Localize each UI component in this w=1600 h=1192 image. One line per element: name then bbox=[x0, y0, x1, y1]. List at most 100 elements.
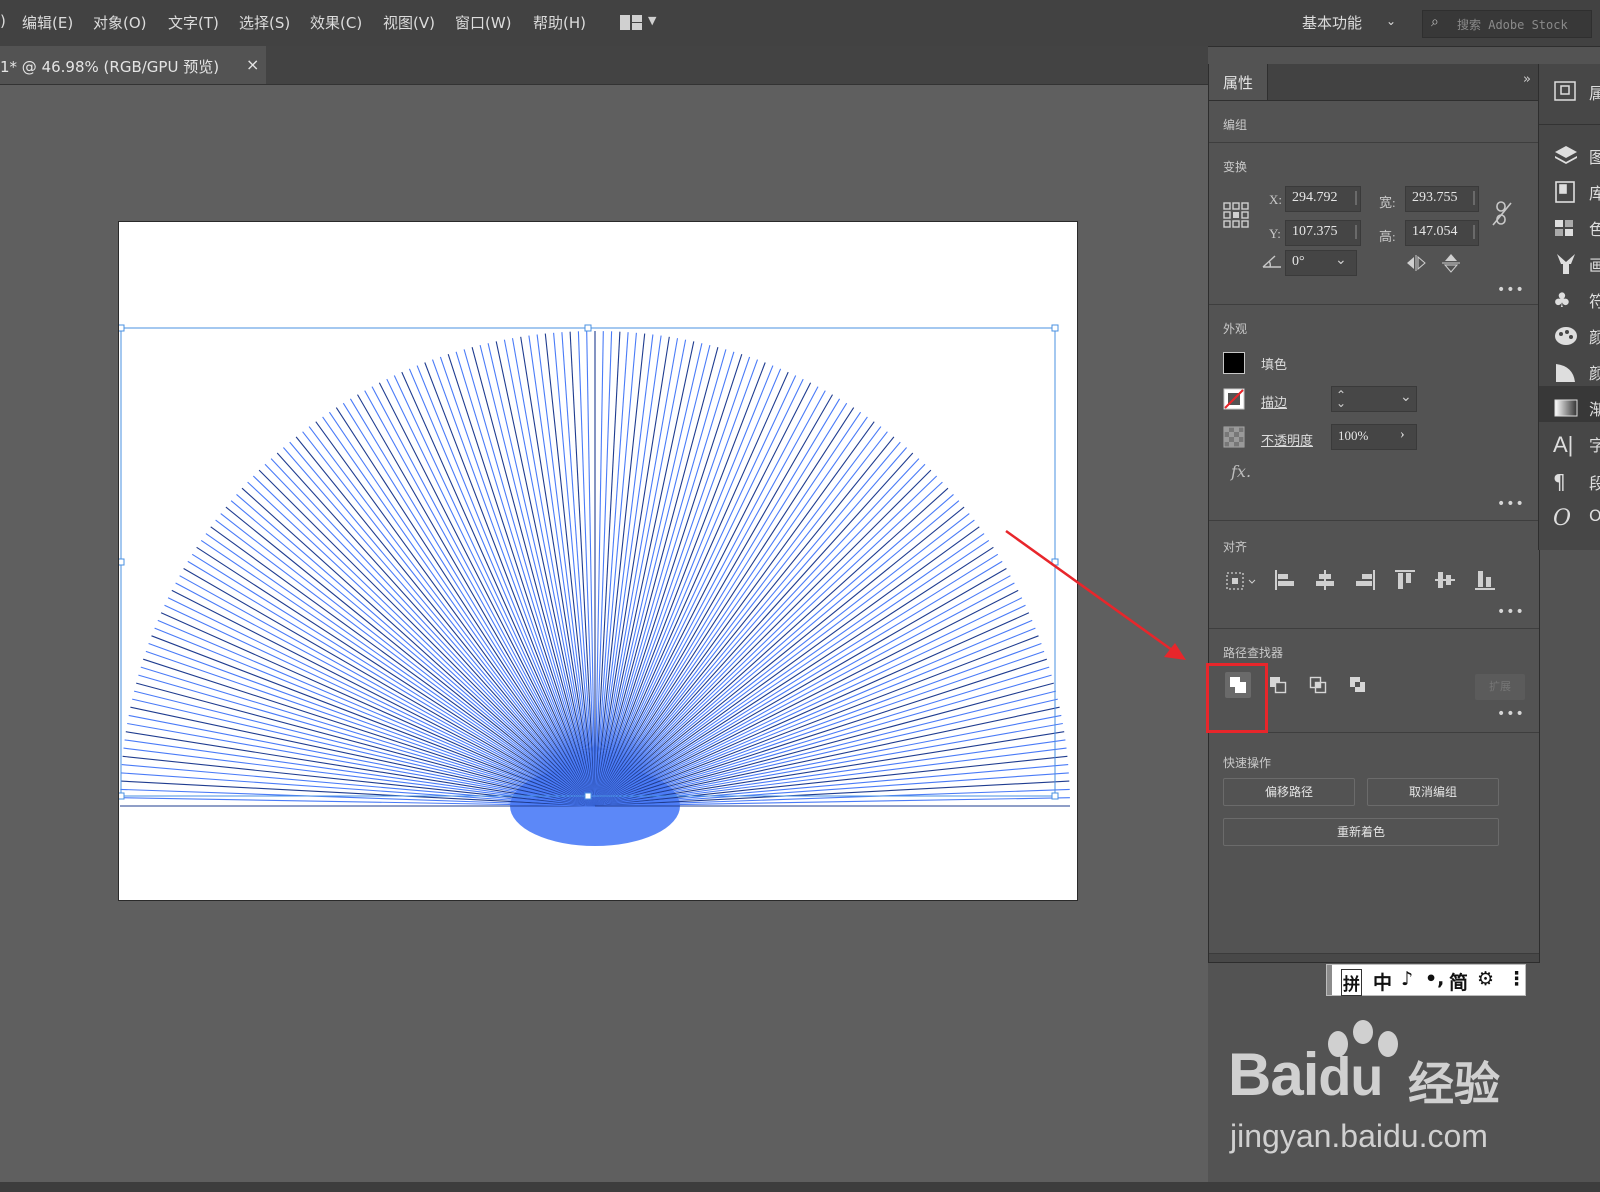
rotate-value: 0° bbox=[1292, 254, 1305, 269]
ime-pinyin-icon[interactable]: 拼 bbox=[1341, 969, 1362, 996]
opacity-icon bbox=[1223, 426, 1245, 448]
selection-handle[interactable] bbox=[1051, 324, 1059, 332]
align-title: 对齐 bbox=[1223, 540, 1248, 554]
ime-more-icon[interactable]: ⋮ bbox=[1507, 968, 1526, 990]
ray-line bbox=[191, 553, 596, 807]
dock-properties[interactable]: 属 bbox=[1553, 80, 1600, 104]
dock-label: O bbox=[1589, 506, 1600, 525]
opentype-icon: O bbox=[1553, 506, 1572, 531]
align-to-selection-icon[interactable] bbox=[1225, 570, 1259, 592]
ime-moon-icon[interactable]: ♪ bbox=[1401, 968, 1413, 990]
paragraph-icon: ¶ bbox=[1553, 470, 1566, 494]
dock-brushes[interactable]: 画 bbox=[1553, 252, 1600, 276]
tab-properties[interactable]: 属性 bbox=[1209, 64, 1268, 100]
document-tab-bar: 1* @ 46.98% (RGB/GPU 预览) × bbox=[0, 46, 1208, 85]
dock-color[interactable]: 颜 bbox=[1553, 324, 1600, 348]
menu-item-clipped[interactable]: ) bbox=[0, 12, 6, 30]
selection-handle[interactable] bbox=[119, 324, 125, 332]
chevron-right-icon[interactable]: › bbox=[1400, 427, 1405, 443]
menu-item-select[interactable]: 选择(S) bbox=[239, 12, 290, 33]
stroke-swatch[interactable] bbox=[1223, 388, 1245, 410]
align-horizontal-center-icon[interactable] bbox=[1313, 568, 1337, 592]
status-bar bbox=[0, 1182, 1600, 1192]
opacity-label[interactable]: 不透明度 bbox=[1261, 430, 1313, 449]
ime-toolbar[interactable]: 拼 中 ♪ •, 简 ⚙ ⋮ bbox=[1326, 964, 1526, 996]
expand-button[interactable]: 扩展 bbox=[1475, 674, 1525, 700]
align-left-icon[interactable] bbox=[1273, 568, 1297, 592]
menu-item-object[interactable]: 对象(O) bbox=[93, 12, 147, 33]
fill-swatch[interactable] bbox=[1223, 352, 1245, 374]
intersect-icon[interactable] bbox=[1305, 672, 1331, 698]
ime-chinese-icon[interactable]: 中 bbox=[1373, 968, 1392, 995]
constrain-proportions-icon[interactable] bbox=[1491, 200, 1513, 228]
dock-label: 渐 bbox=[1589, 400, 1600, 419]
search-stock-input[interactable]: ⌕ 搜索 Adobe Stock bbox=[1422, 10, 1592, 38]
dock-color-guide[interactable]: 颜 bbox=[1553, 360, 1600, 384]
document-tab[interactable]: 1* @ 46.98% (RGB/GPU 预览) × bbox=[0, 46, 266, 84]
chevron-down-icon[interactable]: ⌄ bbox=[1400, 389, 1412, 406]
selection-handle[interactable] bbox=[1051, 792, 1059, 800]
more-options-icon[interactable]: ••• bbox=[1497, 706, 1525, 722]
stroke-weight-field[interactable]: ⌃ ⌄ ⌄ bbox=[1331, 386, 1417, 412]
workspace-switcher[interactable]: 基本功能 ⌄ bbox=[1302, 12, 1396, 33]
selection-handle[interactable] bbox=[584, 792, 592, 800]
width-field[interactable]: 293.755 bbox=[1405, 186, 1479, 212]
dock-layers[interactable]: 图 bbox=[1553, 144, 1600, 168]
collapse-panel-icon[interactable]: » bbox=[1523, 72, 1531, 87]
fx-icon[interactable]: fx. bbox=[1231, 462, 1251, 481]
dock-character[interactable]: A| 字 bbox=[1553, 432, 1600, 457]
stepper-down-icon[interactable]: ⌄ bbox=[1336, 396, 1346, 411]
reference-point-icon[interactable] bbox=[1223, 202, 1249, 228]
dock-paragraph[interactable]: ¶ 段 bbox=[1553, 470, 1600, 494]
flip-horizontal-icon[interactable] bbox=[1405, 254, 1427, 272]
recolor-button[interactable]: 重新着色 bbox=[1223, 818, 1499, 846]
dock-swatches[interactable]: 色 bbox=[1553, 216, 1600, 240]
dock-libraries[interactable]: 库 bbox=[1553, 180, 1600, 204]
dock-symbols[interactable]: ♣ 符 bbox=[1553, 288, 1600, 312]
align-top-icon[interactable] bbox=[1393, 568, 1417, 592]
search-placeholder: 搜索 Adobe Stock bbox=[1457, 18, 1568, 32]
ime-simplified-icon[interactable]: 简 bbox=[1449, 968, 1468, 995]
minus-front-icon[interactable] bbox=[1265, 672, 1291, 698]
selection-handle[interactable] bbox=[1051, 558, 1059, 566]
selection-handle[interactable] bbox=[119, 558, 125, 566]
menu-item-window[interactable]: 窗口(W) bbox=[455, 12, 512, 33]
panel-resize-grip[interactable] bbox=[1209, 953, 1539, 962]
menu-item-help[interactable]: 帮助(H) bbox=[533, 12, 586, 33]
arrange-documents-button[interactable]: ▼ bbox=[608, 12, 660, 34]
selection-handle[interactable] bbox=[119, 792, 125, 800]
ime-punct-icon[interactable]: •, bbox=[1425, 968, 1444, 990]
ungroup-button[interactable]: 取消编组 bbox=[1367, 778, 1499, 806]
dock-gradient[interactable]: 渐 bbox=[1553, 396, 1600, 420]
more-options-icon[interactable]: ••• bbox=[1497, 282, 1525, 298]
opacity-field[interactable]: 100% › bbox=[1331, 424, 1417, 450]
chevron-down-icon[interactable]: ⌄ bbox=[1335, 252, 1347, 268]
more-options-icon[interactable]: ••• bbox=[1497, 496, 1525, 512]
dock-opentype[interactable]: O O bbox=[1553, 506, 1600, 531]
document-tab-title: 1* @ 46.98% (RGB/GPU 预览) bbox=[0, 58, 220, 76]
x-field[interactable]: 294.792 bbox=[1285, 186, 1361, 212]
x-value: 294.792 bbox=[1292, 190, 1338, 205]
y-field[interactable]: 107.375 bbox=[1285, 220, 1361, 246]
menu-item-type[interactable]: 文字(T) bbox=[168, 12, 219, 33]
align-bottom-icon[interactable] bbox=[1473, 568, 1497, 592]
menu-item-view[interactable]: 视图(V) bbox=[383, 12, 435, 33]
menu-item-edit[interactable]: 编辑(E) bbox=[22, 12, 73, 33]
align-vertical-center-icon[interactable] bbox=[1433, 568, 1457, 592]
offset-path-button[interactable]: 偏移路径 bbox=[1223, 778, 1355, 806]
exclude-icon[interactable] bbox=[1345, 672, 1371, 698]
stroke-label[interactable]: 描边 bbox=[1261, 392, 1287, 411]
height-field[interactable]: 147.054 bbox=[1405, 220, 1479, 246]
ray-fan-artwork[interactable] bbox=[119, 222, 1077, 900]
color-guide-icon bbox=[1556, 364, 1575, 382]
menu-item-effect[interactable]: 效果(C) bbox=[310, 12, 362, 33]
selection-handle[interactable] bbox=[584, 324, 592, 332]
more-options-icon[interactable]: ••• bbox=[1497, 604, 1525, 620]
highlight-annotation bbox=[1206, 663, 1268, 733]
close-icon[interactable]: × bbox=[246, 55, 259, 74]
align-right-icon[interactable] bbox=[1353, 568, 1377, 592]
y-value: 107.375 bbox=[1292, 224, 1338, 239]
flip-vertical-icon[interactable] bbox=[1441, 252, 1461, 274]
artboard[interactable] bbox=[118, 221, 1078, 901]
ime-settings-icon[interactable]: ⚙ bbox=[1477, 968, 1494, 990]
